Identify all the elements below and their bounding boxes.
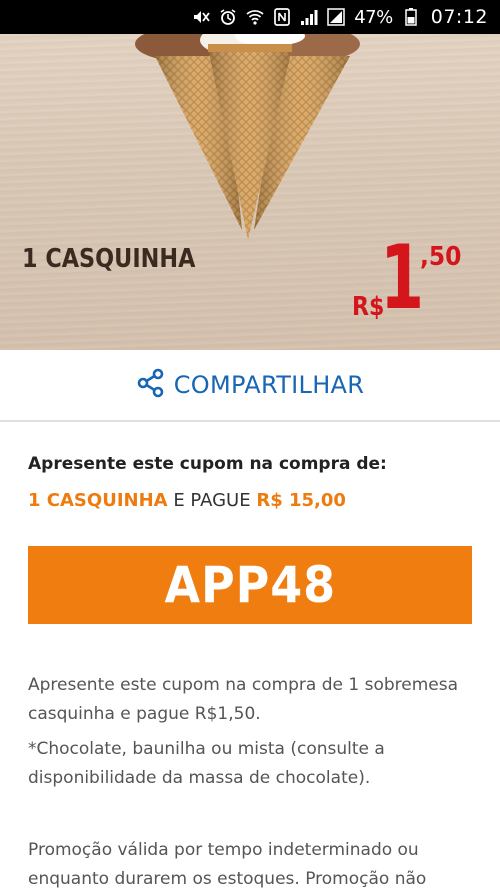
clock: 07:12 <box>430 6 488 28</box>
signal-r-icon <box>327 8 345 26</box>
offer-item: 1 CASQUINHA <box>28 490 168 511</box>
share-icon <box>136 368 166 402</box>
mute-icon <box>192 8 210 26</box>
signal-icon <box>300 8 318 26</box>
price-decimals: ,50 <box>420 242 462 272</box>
status-bar: 47% 07:12 <box>0 0 500 34</box>
description-paragraph: Promoção válida por tempo indeterminado … <box>28 840 427 889</box>
nfc-icon <box>273 8 291 26</box>
battery-icon <box>402 8 420 26</box>
coupon-instruction: Apresente este cupom na compra de: <box>28 454 387 474</box>
description-paragraph: Apresente este cupom na compra de 1 sobr… <box>28 675 459 724</box>
coupon-code-box: APP48 <box>28 546 472 624</box>
alarm-icon <box>219 8 237 26</box>
share-button[interactable]: COMPARTILHAR <box>0 350 500 422</box>
coupon-code: APP48 <box>164 556 336 614</box>
product-title: 1 CASQUINHA <box>22 244 196 274</box>
ice-cream-cones-image <box>135 34 360 240</box>
battery-percent: 47% <box>354 6 393 28</box>
offer-price: R$ 15,00 <box>256 490 346 511</box>
share-label: COMPARTILHAR <box>173 371 365 399</box>
description-paragraph: *Chocolate, baunilha ou mista (consulte … <box>28 739 385 788</box>
hero-banner: 1 CASQUINHA R$ 1 ,50 <box>0 34 500 350</box>
price-integer: 1 <box>380 226 425 329</box>
offer-line: 1 CASQUINHA E PAGUE R$ 15,00 <box>28 490 346 511</box>
offer-connector: E PAGUE <box>173 490 251 511</box>
price-tag: R$ 1 ,50 <box>352 234 482 334</box>
wifi-icon <box>246 8 264 26</box>
